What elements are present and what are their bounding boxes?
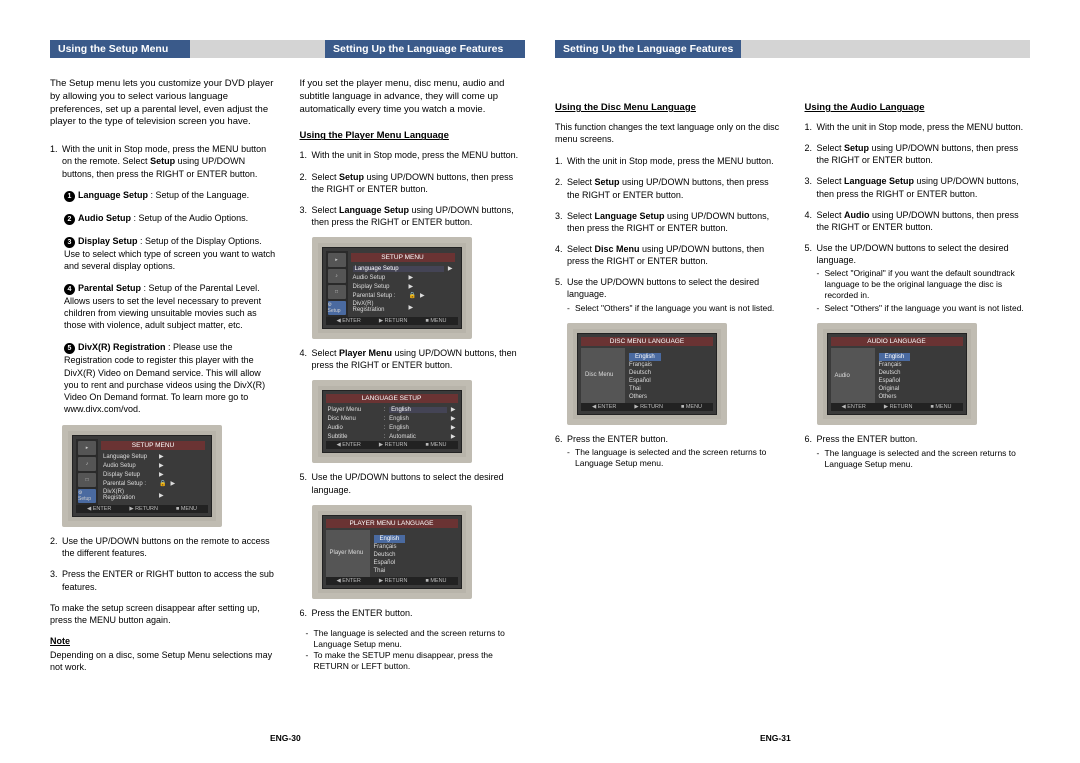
opt-language-setup: 1Language Setup : Setup of the Language. (50, 189, 276, 202)
header-setup-menu: Using the Setup Menu (50, 40, 190, 58)
pm-note-2: To make the SETUP menu disappear, press … (300, 650, 526, 672)
osd-audio-lang: AUDIO LANGUAGE Audio English Français De… (817, 323, 977, 425)
dm-step-2: Select Setup using UP/DOWN buttons, then… (555, 176, 781, 200)
note-label: Note (50, 636, 276, 646)
pm-step-4: Select Player Menu using UP/DOWN buttons… (300, 347, 526, 371)
osd-icon-3: □ (78, 473, 96, 487)
step-3: Press the ENTER or RIGHT button to acces… (50, 568, 276, 592)
osd-icon-setup: ⚙ Setup (78, 489, 96, 503)
step-1: With the unit in Stop mode, press the ME… (50, 143, 276, 179)
au-step-5-note-1: Select "Original" if you want the defaul… (817, 268, 1031, 301)
dm-step-1: With the unit in Stop mode, press the ME… (555, 155, 781, 167)
osd-setup-menu: ▸ ♪ □ ⚙ Setup SETUP MENU Language Setup▶… (62, 425, 222, 527)
lock-icon: 🔒 (159, 480, 166, 487)
au-step-1: With the unit in Stop mode, press the ME… (805, 121, 1031, 133)
header-bar-right: Setting Up the Language Features (555, 40, 1030, 58)
pm-step-6: Press the ENTER button. (300, 607, 526, 619)
header-lang-features-2: Setting Up the Language Features (555, 40, 741, 58)
osd-footer: ◀ ENTER▶ RETURN■ MENU (76, 505, 208, 513)
au-step-5: Use the UP/DOWN buttons to select the de… (805, 242, 1031, 314)
pm-note-1: The language is selected and the screen … (300, 628, 526, 650)
dm-step-6-note: The language is selected and the screen … (567, 447, 781, 469)
closing-note: To make the setup screen disappear after… (50, 602, 276, 626)
page-number-right: ENG-31 (760, 733, 791, 743)
subhead-disc-menu: Using the Disc Menu Language (555, 102, 781, 113)
au-step-6: Press the ENTER button. The language is … (805, 433, 1031, 469)
osd-icon-1: ▸ (78, 441, 96, 455)
header-lang-features-1: Setting Up the Language Features (325, 40, 525, 58)
header-spacer (190, 40, 325, 58)
manual-spread: Using the Setup Menu Setting Up the Lang… (50, 40, 1030, 733)
header-bar-left: Using the Setup Menu Setting Up the Lang… (50, 40, 525, 58)
osd-title: SETUP MENU (101, 441, 205, 450)
osd-icon-2: ♪ (78, 457, 96, 471)
osd-language-setup: LANGUAGE SETUP Player Menu:English▶ Disc… (312, 380, 472, 463)
osd-lang-setup-sidebar: ▸ ♪ □ ⚙ Setup SETUP MENU Language Setup▶… (312, 237, 472, 339)
dm-step-5: Use the UP/DOWN buttons to select the de… (555, 276, 781, 313)
osd-row: Language Setup▶ (101, 452, 205, 461)
lang-intro: If you set the player menu, disc menu, a… (300, 78, 526, 116)
dm-step-3: Select Language Setup using UP/DOWN butt… (555, 210, 781, 234)
subhead-audio: Using the Audio Language (805, 102, 1031, 113)
step-2: Use the UP/DOWN buttons on the remote to… (50, 535, 276, 559)
au-step-3: Select Language Setup using UP/DOWN butt… (805, 175, 1031, 199)
page-right: Setting Up the Language Features Using t… (555, 40, 1030, 733)
osd-disc-menu-lang: DISC MENU LANGUAGE Disc Menu English Fra… (567, 323, 727, 425)
setup-intro: The Setup menu lets you customize your D… (50, 78, 276, 129)
dm-step-5-note: Select "Others" if the language you want… (567, 303, 781, 314)
au-step-4: Select Audio using UP/DOWN buttons, then… (805, 209, 1031, 233)
disc-intro: This function changes the text language … (555, 121, 781, 145)
opt-audio-setup: 2Audio Setup : Setup of the Audio Option… (50, 212, 276, 225)
osd-row: Parental Setup :🔒▶ (101, 479, 205, 488)
dm-step-6: Press the ENTER button. The language is … (555, 433, 781, 469)
au-step-5-note-2: Select "Others" if the language you want… (817, 303, 1031, 314)
opt-divx-registration: 5DivX(R) Registration : Please use the R… (50, 341, 276, 415)
page-number-left: ENG-30 (270, 733, 301, 743)
pm-step-1: With the unit in Stop mode, press the ME… (300, 149, 526, 161)
pm-step-2: Select Setup using UP/DOWN buttons, then… (300, 171, 526, 195)
osd-player-menu-lang: PLAYER MENU LANGUAGE Player Menu English… (312, 505, 472, 599)
osd-row: Audio Setup▶ (101, 461, 205, 470)
pm-step-3: Select Language Setup using UP/DOWN butt… (300, 204, 526, 228)
opt-display-setup: 3Display Setup : Setup of the Display Op… (50, 235, 276, 272)
left-col-1: Using the Setup Menu Setting Up the Lang… (50, 40, 525, 733)
opt-parental-setup: 4Parental Setup : Setup of the Parental … (50, 282, 276, 331)
subhead-player-menu: Using the Player Menu Language (300, 130, 526, 141)
au-step-6-note: The language is selected and the screen … (817, 448, 1031, 470)
page-left: Using the Setup Menu Setting Up the Lang… (50, 40, 525, 733)
pm-step-5: Use the UP/DOWN buttons to select the de… (300, 471, 526, 495)
note-body: Depending on a disc, some Setup Menu sel… (50, 649, 276, 673)
dm-step-4: Select Disc Menu using UP/DOWN buttons, … (555, 243, 781, 267)
au-step-2: Select Setup using UP/DOWN buttons, then… (805, 142, 1031, 166)
osd-row: Display Setup▶ (101, 470, 205, 479)
osd-row: DivX(R) Registration▶ (101, 488, 205, 502)
